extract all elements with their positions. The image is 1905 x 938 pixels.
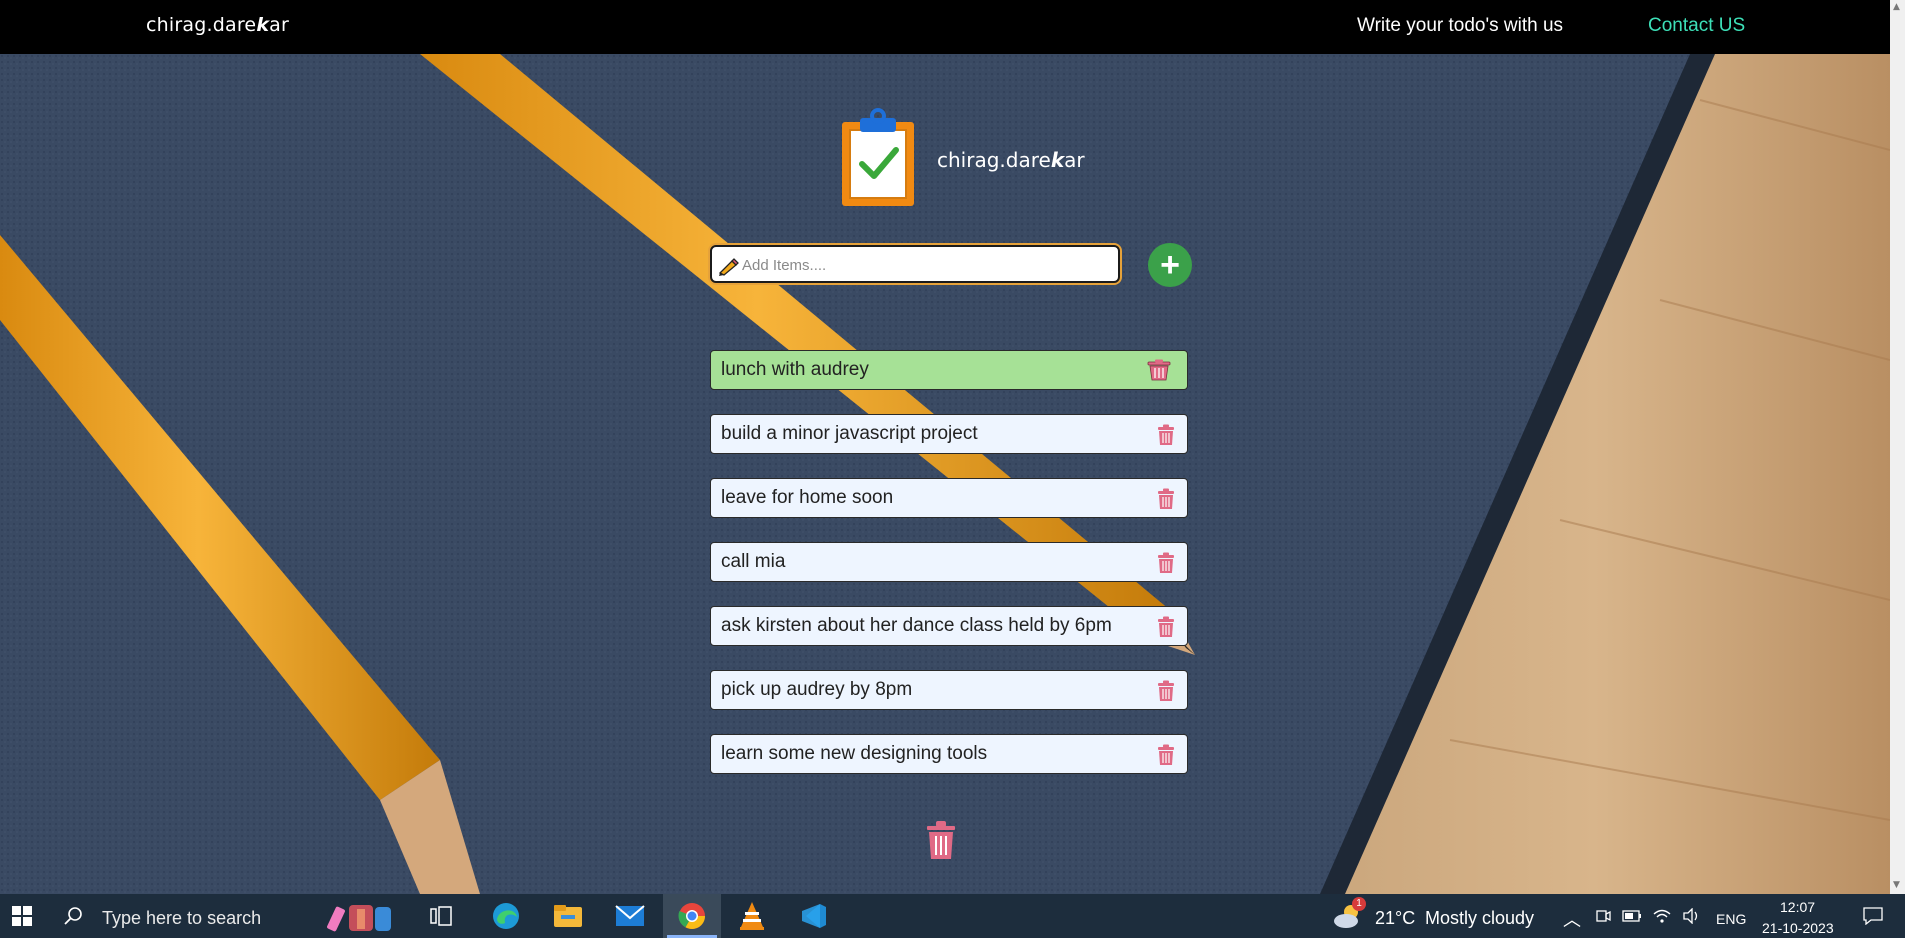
brand-k: k bbox=[256, 14, 270, 36]
todo-item[interactable]: lunch with audrey bbox=[710, 350, 1188, 390]
mail-icon[interactable] bbox=[612, 894, 648, 938]
search-icon[interactable] bbox=[62, 894, 84, 938]
todo-item[interactable]: leave for home soon bbox=[710, 478, 1188, 518]
todo-item-text: leave for home soon bbox=[721, 487, 894, 508]
nav-write-todos-link[interactable]: Write your todo's with us bbox=[1357, 15, 1563, 37]
clear-all-trash-icon[interactable] bbox=[924, 820, 958, 860]
nav-contact-link[interactable]: Contact US bbox=[1648, 15, 1745, 37]
add-item-row bbox=[710, 245, 1120, 283]
search-highlight-icon[interactable] bbox=[322, 894, 402, 938]
top-navbar: chirag.darekar Write your todo's with us… bbox=[0, 0, 1890, 54]
notification-center-icon[interactable] bbox=[1858, 894, 1888, 938]
brand-logo-text[interactable]: chirag.darekar bbox=[146, 14, 289, 36]
todo-item-text: call mia bbox=[721, 551, 786, 572]
scroll-down-arrow-icon[interactable]: ▼ bbox=[1893, 880, 1900, 890]
add-item-field-box[interactable] bbox=[710, 245, 1120, 283]
todo-item[interactable]: ask kirsten about her dance class held b… bbox=[710, 606, 1188, 646]
task-view-icon[interactable] bbox=[426, 894, 456, 938]
pencil-icon bbox=[718, 258, 739, 276]
todo-item-text: ask kirsten about her dance class held b… bbox=[721, 615, 1112, 636]
weather-temperature[interactable]: 21°C bbox=[1375, 908, 1415, 929]
language-indicator[interactable]: ENG bbox=[1716, 911, 1746, 927]
volume-icon[interactable] bbox=[1680, 894, 1704, 938]
todo-item-text: lunch with audrey bbox=[721, 359, 869, 380]
vscode-icon[interactable] bbox=[796, 894, 832, 938]
trash-icon[interactable] bbox=[1145, 359, 1173, 381]
caption-prefix: chirag.dare bbox=[937, 148, 1051, 172]
todo-item-text: learn some new designing tools bbox=[721, 743, 988, 764]
weather-badge: 1 bbox=[1352, 897, 1366, 911]
trash-icon[interactable] bbox=[1155, 680, 1177, 702]
taskbar-search-placeholder[interactable]: Type here to search bbox=[102, 908, 261, 929]
todo-item-text: build a minor javascript project bbox=[721, 423, 978, 444]
add-item-button[interactable]: + bbox=[1148, 243, 1192, 287]
show-hidden-icons-chevron-icon[interactable]: ︿ bbox=[1563, 906, 1581, 932]
vlc-icon[interactable] bbox=[734, 894, 770, 938]
chrome-icon[interactable] bbox=[673, 894, 711, 938]
clock-time[interactable]: 12:07 bbox=[1780, 899, 1815, 915]
trash-icon[interactable] bbox=[1155, 616, 1177, 638]
wifi-icon[interactable] bbox=[1650, 894, 1674, 938]
clipboard-check-icon bbox=[838, 108, 918, 208]
brand-prefix: chirag.dare bbox=[146, 14, 257, 36]
todo-item[interactable]: call mia bbox=[710, 542, 1188, 582]
file-explorer-icon[interactable] bbox=[550, 894, 586, 938]
caption-k: k bbox=[1050, 148, 1065, 172]
battery-icon[interactable] bbox=[1620, 894, 1644, 938]
todo-item[interactable]: pick up audrey by 8pm bbox=[710, 670, 1188, 710]
scroll-up-arrow-icon[interactable]: ▲ bbox=[1893, 2, 1900, 12]
caption-suffix: ar bbox=[1064, 148, 1085, 172]
todo-item[interactable]: build a minor javascript project bbox=[710, 414, 1188, 454]
vertical-scrollbar[interactable] bbox=[1890, 0, 1905, 894]
trash-icon[interactable] bbox=[1155, 488, 1177, 510]
todo-item[interactable]: learn some new designing tools bbox=[710, 734, 1188, 774]
meet-now-icon[interactable] bbox=[1592, 894, 1614, 938]
clock-date[interactable]: 21-10-2023 bbox=[1762, 920, 1834, 936]
logo-caption: chirag.darekar bbox=[937, 148, 1085, 172]
weather-description[interactable]: Mostly cloudy bbox=[1425, 908, 1534, 929]
trash-icon[interactable] bbox=[1155, 744, 1177, 766]
trash-icon[interactable] bbox=[1155, 552, 1177, 574]
trash-icon[interactable] bbox=[1155, 424, 1177, 446]
add-item-input[interactable] bbox=[742, 253, 1112, 277]
todo-item-text: pick up audrey by 8pm bbox=[721, 679, 913, 700]
todo-list: lunch with audrey build a minor javascri… bbox=[710, 350, 1188, 798]
windows-start-icon[interactable] bbox=[0, 894, 44, 938]
brand-suffix: ar bbox=[269, 14, 290, 36]
edge-browser-icon[interactable] bbox=[488, 894, 524, 938]
